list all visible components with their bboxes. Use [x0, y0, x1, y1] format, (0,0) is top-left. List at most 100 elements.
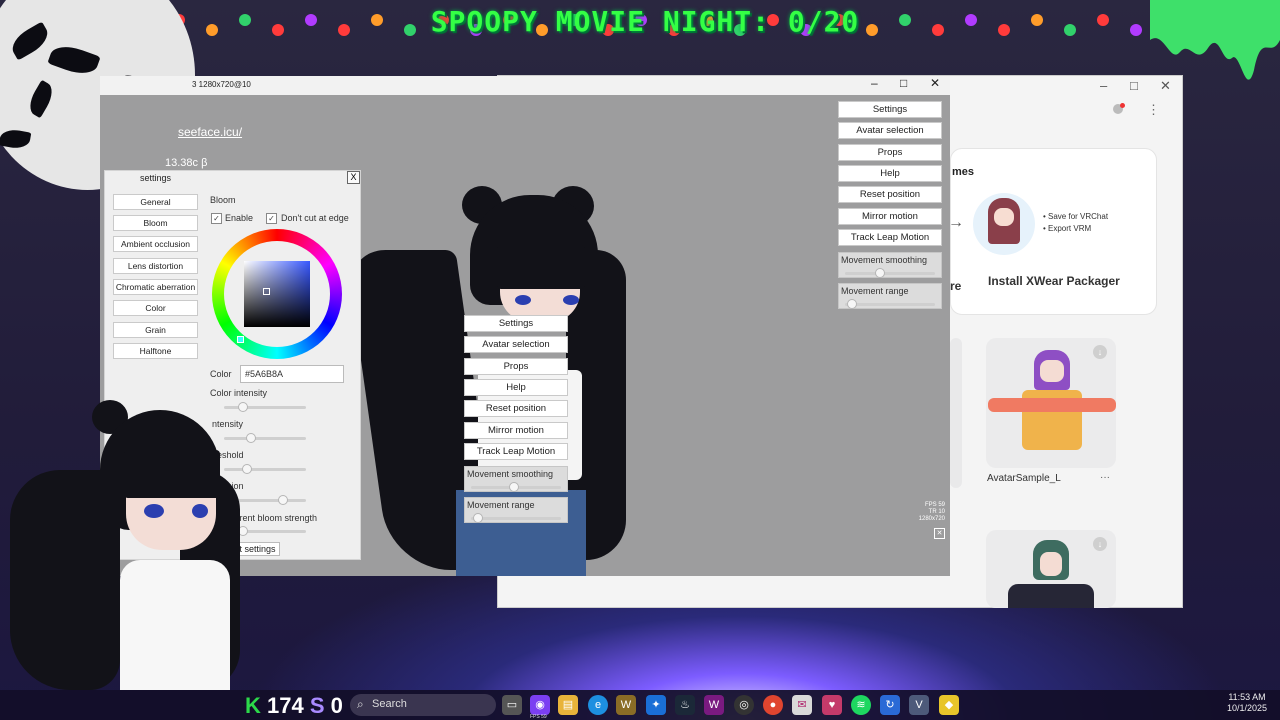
window-title: 3 1280x720@10: [192, 80, 251, 89]
help-button[interactable]: Help: [838, 164, 942, 182]
more-menu-icon[interactable]: ⋮: [1147, 102, 1160, 118]
movement-range-label: Movement range: [841, 286, 909, 297]
movement-smoothing-handle[interactable]: [509, 482, 519, 493]
steam-icon[interactable]: ♨: [675, 695, 695, 715]
maximize-button[interactable]: □: [1130, 78, 1138, 93]
tab-grain[interactable]: Grain: [113, 322, 198, 338]
track-leap-motion-button[interactable]: Track Leap Motion: [464, 442, 568, 460]
color-hex-input[interactable]: #5A6B8A: [240, 365, 344, 383]
help-button[interactable]: Help: [464, 378, 568, 396]
dont-cut-label: Don't cut at edge: [281, 213, 349, 223]
light-bulb-decoration: [965, 14, 977, 26]
movement-range-slider[interactable]: [845, 303, 935, 307]
discord-icon[interactable]: ◉: [530, 695, 550, 715]
reset-position-button[interactable]: Reset position: [464, 400, 568, 418]
light-bulb-decoration: [338, 24, 350, 36]
slider-handle[interactable]: [278, 495, 288, 505]
movement-smoothing-slider[interactable]: [845, 272, 935, 276]
search-icon: ⌕: [357, 697, 364, 711]
tab-halftone[interactable]: Halftone: [113, 343, 198, 359]
reset-position-button[interactable]: Reset position: [838, 186, 942, 204]
map-pin-icon[interactable]: ♥: [822, 695, 842, 715]
install-xwear-packager-button[interactable]: Install XWear Packager: [988, 274, 1120, 296]
slider-track[interactable]: [224, 468, 306, 471]
light-bulb-decoration: [239, 14, 251, 26]
chrome-icon[interactable]: ●: [763, 695, 783, 715]
spotify-icon[interactable]: ≋: [851, 695, 871, 715]
movement-range-control: Movement range: [464, 497, 568, 524]
github-icon[interactable]: ◎: [734, 695, 754, 715]
slider-handle[interactable]: [245, 433, 256, 443]
movement-range-handle[interactable]: [473, 513, 483, 524]
kill-count: 174: [267, 693, 304, 718]
sub-icon: S: [309, 693, 325, 718]
mirror-motion-button[interactable]: Mirror motion: [838, 207, 942, 225]
avatar-preview-face: [994, 208, 1014, 226]
light-bulb-decoration: [272, 24, 284, 36]
edge-icon[interactable]: e: [588, 695, 608, 715]
settings-button[interactable]: Settings: [838, 101, 942, 118]
slider-handle[interactable]: [242, 464, 252, 474]
saturation-value-square[interactable]: [244, 261, 310, 327]
movement-smoothing-handle[interactable]: [875, 268, 885, 279]
light-bulb-decoration: [1031, 14, 1043, 26]
left-action-button[interactable]: re: [950, 279, 961, 293]
avatar-face: [1040, 552, 1062, 576]
movement-range-slider[interactable]: [471, 517, 561, 521]
enable-checkbox[interactable]: ✓: [211, 213, 222, 224]
download-icon[interactable]: ↓: [1093, 537, 1107, 551]
app-yellow-icon[interactable]: ◆: [939, 695, 959, 715]
stream-banner-title: SPOOPY MOVIE NIGHT: 0/20: [430, 5, 860, 38]
close-button[interactable]: ✕: [1160, 78, 1171, 94]
avatar-name: AvatarSample_L: [987, 473, 1061, 484]
tab-bloom[interactable]: Bloom: [113, 215, 198, 231]
mail-icon[interactable]: ✉: [792, 695, 812, 715]
light-bulb-decoration: [1097, 14, 1109, 26]
task-view-icon[interactable]: ▭: [502, 695, 522, 715]
tab-color[interactable]: Color: [113, 300, 198, 316]
track-leap-motion-button[interactable]: Track Leap Motion: [838, 228, 942, 246]
hue-handle[interactable]: [237, 336, 244, 343]
close-button[interactable]: ✕: [930, 76, 940, 90]
search-placeholder[interactable]: Search: [372, 698, 407, 710]
app-blue-icon[interactable]: ↻: [880, 695, 900, 715]
warcraft-icon[interactable]: W: [616, 695, 636, 715]
close-overlay-icon[interactable]: ✕: [934, 528, 945, 539]
props-button[interactable]: Props: [464, 357, 568, 375]
website-link[interactable]: seeface.icu/: [178, 125, 242, 139]
color-picker-handle[interactable]: [263, 288, 270, 295]
light-bulb-decoration: [1064, 24, 1076, 36]
movement-range-control: Movement range: [838, 283, 942, 310]
slider-track[interactable]: [224, 437, 306, 440]
props-button[interactable]: Props: [838, 143, 942, 161]
avatar-selection-button[interactable]: Avatar selection: [838, 122, 942, 140]
file-explorer-icon[interactable]: ▤: [558, 695, 578, 715]
movement-range-handle[interactable]: [847, 299, 857, 310]
panel-close-button[interactable]: X: [347, 171, 360, 184]
mirror-motion-button[interactable]: Mirror motion: [464, 421, 568, 439]
dont-cut-checkbox[interactable]: ✓: [266, 213, 277, 224]
avatar-body: [1008, 584, 1094, 608]
minimize-button[interactable]: –: [1100, 78, 1107, 93]
taskbar-clock[interactable]: 11:53 AM 10/1/2025: [1222, 692, 1272, 714]
avatar-more-button[interactable]: ···: [1100, 472, 1110, 483]
movement-smoothing-label: Movement smoothing: [841, 255, 928, 266]
tab-lens-distortion[interactable]: Lens distortion: [113, 258, 198, 274]
minimize-button[interactable]: –: [871, 76, 878, 90]
download-icon[interactable]: ↓: [1093, 345, 1107, 359]
app-w-icon[interactable]: W: [704, 695, 724, 715]
battlenet-icon[interactable]: ✦: [646, 695, 666, 715]
vseeface-icon[interactable]: V: [909, 695, 929, 715]
movement-smoothing-control: Movement smoothing: [464, 466, 568, 493]
tab-general[interactable]: General: [113, 194, 198, 210]
tab-ambient-occlusion[interactable]: Ambient occlusion: [113, 236, 198, 252]
avatar-card[interactable]: [950, 338, 962, 488]
maximize-button[interactable]: □: [900, 76, 907, 90]
tab-chromatic-aberration[interactable]: Chromatic aberration: [113, 279, 198, 295]
settings-button[interactable]: Settings: [464, 315, 568, 332]
slider-track[interactable]: [224, 406, 306, 409]
sub-count: 0: [330, 693, 343, 718]
avatar-selection-button[interactable]: Avatar selection: [464, 336, 568, 354]
notification-badge: [1120, 103, 1125, 108]
arrow-right-icon: →: [948, 214, 964, 231]
